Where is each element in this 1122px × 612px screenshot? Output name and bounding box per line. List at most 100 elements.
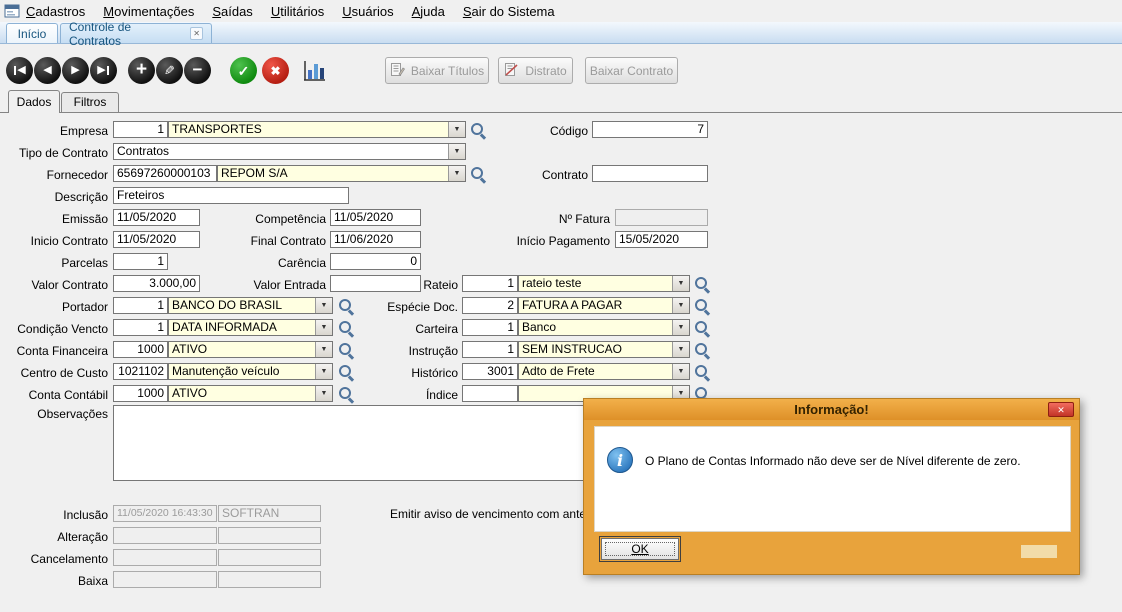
- alteracao-user-field: [218, 527, 321, 544]
- menu-ajuda[interactable]: Ajuda: [412, 4, 445, 19]
- baixar-contrato-button[interactable]: Baixar Contrato: [585, 57, 678, 84]
- conta-financeira-dropdown-icon[interactable]: ▼: [315, 342, 332, 357]
- edit-record-button[interactable]: ✎: [156, 57, 183, 84]
- menu-movimentacoes[interactable]: Movimentações: [103, 4, 194, 19]
- centro-custo-value: Manutenção veículo: [172, 364, 279, 378]
- menu-usuarios[interactable]: Usuários: [342, 4, 393, 19]
- carencia-field[interactable]: 0: [330, 253, 421, 270]
- centro-custo-combo[interactable]: Manutenção veículo ▼: [168, 363, 333, 380]
- nav-first-button[interactable]: ◀: [6, 57, 33, 84]
- inicio-pagamento-field[interactable]: 15/05/2020: [615, 231, 708, 248]
- nav-next-icon: ▶: [71, 65, 79, 76]
- baixar-titulos-icon: [390, 62, 405, 80]
- confirm-button[interactable]: ✓: [230, 57, 257, 84]
- condicao-vencto-code-field[interactable]: 1: [113, 319, 168, 336]
- alteracao-label: Alteração: [0, 529, 108, 545]
- conta-financeira-code-field[interactable]: 1000: [113, 341, 168, 358]
- historico-combo[interactable]: Adto de Frete ▼: [518, 363, 690, 380]
- rateio-value: rateio teste: [522, 276, 581, 290]
- dialog-close-button[interactable]: ✕: [1048, 402, 1074, 417]
- empresa-dropdown-icon[interactable]: ▼: [448, 122, 465, 137]
- fornecedor-code-field[interactable]: 65697260000103: [113, 165, 217, 182]
- portador-dropdown-icon[interactable]: ▼: [315, 298, 332, 313]
- conta-contabil-dropdown-icon[interactable]: ▼: [315, 386, 332, 401]
- fornecedor-combo[interactable]: REPOM S/A ▼: [217, 165, 466, 182]
- menu-sair-do-sistema[interactable]: Sair do Sistema: [463, 4, 555, 19]
- baixa-user-field: [218, 571, 321, 588]
- tipo-contrato-combo[interactable]: Contratos ▼: [113, 143, 466, 160]
- centro-custo-dropdown-icon[interactable]: ▼: [315, 364, 332, 379]
- fornecedor-dropdown-icon[interactable]: ▼: [448, 166, 465, 181]
- remove-record-button[interactable]: −: [184, 57, 211, 84]
- competencia-field[interactable]: 11/05/2020: [330, 209, 421, 226]
- rateio-dropdown-icon[interactable]: ▼: [672, 276, 689, 291]
- portador-code-field[interactable]: 1: [113, 297, 168, 314]
- instrucao-search-icon[interactable]: [694, 342, 710, 358]
- distrato-icon: [504, 62, 519, 80]
- condicao-vencto-combo[interactable]: DATA INFORMADA ▼: [168, 319, 333, 336]
- instrucao-combo[interactable]: SEM INSTRUCAO ▼: [518, 341, 690, 358]
- cancelamento-label: Cancelamento: [0, 551, 108, 567]
- nav-last-button[interactable]: ▶: [90, 57, 117, 84]
- carteira-dropdown-icon[interactable]: ▼: [672, 320, 689, 335]
- especie-doc-search-icon[interactable]: [694, 298, 710, 314]
- rateio-code-field[interactable]: 1: [462, 275, 518, 292]
- carteira-combo[interactable]: Banco ▼: [518, 319, 690, 336]
- final-contrato-label: Final Contrato: [218, 233, 326, 249]
- parcelas-field[interactable]: 1: [113, 253, 168, 270]
- especie-doc-value: FATURA A PAGAR: [522, 298, 622, 312]
- carteira-code-field[interactable]: 1: [462, 319, 518, 336]
- portador-combo[interactable]: BANCO DO BRASIL ▼: [168, 297, 333, 314]
- condicao-vencto-value: DATA INFORMADA: [172, 320, 277, 334]
- emissao-field[interactable]: 11/05/2020: [113, 209, 200, 226]
- contrato-field[interactable]: [592, 165, 708, 182]
- tipo-contrato-dropdown-icon[interactable]: ▼: [448, 144, 465, 159]
- subtab-dados[interactable]: Dados: [8, 90, 60, 113]
- centro-custo-code-field[interactable]: 1021102: [113, 363, 168, 380]
- inicio-contrato-field[interactable]: 11/05/2020: [113, 231, 200, 248]
- conta-contabil-code-field[interactable]: 1000: [113, 385, 168, 402]
- nav-prev-button[interactable]: ◀: [34, 57, 61, 84]
- indice-code-field[interactable]: [462, 385, 518, 402]
- close-tab-icon[interactable]: ✕: [190, 27, 203, 40]
- historico-dropdown-icon[interactable]: ▼: [672, 364, 689, 379]
- nav-next-button[interactable]: ▶: [62, 57, 89, 84]
- especie-doc-combo[interactable]: FATURA A PAGAR ▼: [518, 297, 690, 314]
- condicao-vencto-dropdown-icon[interactable]: ▼: [315, 320, 332, 335]
- historico-code-field[interactable]: 3001: [462, 363, 518, 380]
- menu-utilitarios[interactable]: Utilitários: [271, 4, 324, 19]
- codigo-field[interactable]: 7: [592, 121, 708, 138]
- cancel-button[interactable]: ✖: [262, 57, 289, 84]
- tab-pane-border: [0, 112, 1122, 113]
- dialog-ok-button[interactable]: OK: [601, 538, 679, 560]
- valor-contrato-field[interactable]: 3.000,00: [113, 275, 200, 292]
- menu-cadastros[interactable]: Cadastros: [26, 4, 85, 19]
- menu-saidas[interactable]: Saídas: [212, 4, 252, 19]
- first-bar-icon: [14, 66, 16, 75]
- final-contrato-field[interactable]: 11/06/2020: [330, 231, 421, 248]
- add-record-button[interactable]: +: [128, 57, 155, 84]
- empresa-code-field[interactable]: 1: [113, 121, 168, 138]
- instrucao-code-field[interactable]: 1: [462, 341, 518, 358]
- rateio-combo[interactable]: rateio teste ▼: [518, 275, 690, 292]
- tab-inicio-label: Início: [18, 27, 47, 41]
- carteira-search-icon[interactable]: [694, 320, 710, 336]
- x-icon: ✖: [270, 65, 280, 77]
- chart-button[interactable]: [300, 57, 328, 85]
- rateio-search-icon[interactable]: [694, 276, 710, 292]
- tab-inicio[interactable]: Início: [6, 23, 58, 43]
- dialog-titlebar[interactable]: Informação! ✕: [584, 399, 1079, 420]
- conta-financeira-combo[interactable]: ATIVO ▼: [168, 341, 333, 358]
- tab-controle-de-contratos[interactable]: Controle de Contratos ✕: [60, 23, 212, 43]
- conta-contabil-combo[interactable]: ATIVO ▼: [168, 385, 333, 402]
- baixar-titulos-button[interactable]: Baixar Títulos: [385, 57, 489, 84]
- especie-doc-dropdown-icon[interactable]: ▼: [672, 298, 689, 313]
- descricao-field[interactable]: Freteiros: [113, 187, 349, 204]
- especie-doc-code-field[interactable]: 2: [462, 297, 518, 314]
- instrucao-dropdown-icon[interactable]: ▼: [672, 342, 689, 357]
- subtab-filtros[interactable]: Filtros: [61, 92, 119, 112]
- descricao-label: Descrição: [0, 189, 108, 205]
- distrato-button[interactable]: Distrato: [498, 57, 573, 84]
- historico-search-icon[interactable]: [694, 364, 710, 380]
- empresa-combo[interactable]: TRANSPORTES ▼: [168, 121, 466, 138]
